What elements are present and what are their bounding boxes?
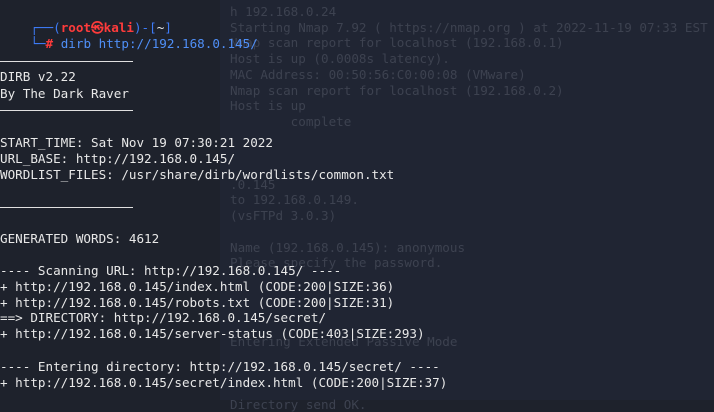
separator-line [0,110,133,111]
result-line: + http://192.168.0.145/secret/index.html… [0,375,448,390]
start-time: START_TIME: Sat Nov 19 07:30:21 2022 [0,135,273,150]
result-line: + http://192.168.0.145/index.html (CODE:… [0,279,395,294]
command-text: dirb http://192.168.0.145/ [60,36,258,51]
terminal-output[interactable]: ┌──(root㉿kali)-[~] └─# dirb http://192.1… [0,0,714,400]
result-line: + http://192.168.0.145/robots.txt (CODE:… [0,295,395,310]
dirb-version: DIRB v2.22 [0,69,76,84]
prompt-corner: └─ [30,36,46,51]
prompt-command-line: └─# dirb http://192.168.0.145/ [0,20,258,51]
directory-line: ==> DIRECTORY: http://192.168.0.145/secr… [0,310,327,325]
separator-line [0,61,133,62]
prompt-top-line: ┌──(root㉿kali)-[~] [0,4,172,35]
url-base: URL_BASE: http://192.168.0.145/ [0,151,236,166]
generated-words: GENERATED WORDS: 4612 [0,231,160,246]
dirb-author: By The Dark Raver [0,86,129,101]
prompt-hash: # [45,36,54,51]
separator-line [0,207,133,208]
wordlist-files: WORDLIST_FILES: /usr/share/dirb/wordlist… [0,167,395,182]
entering-header: ---- Entering directory: http://192.168.… [0,359,440,374]
scan-header: ---- Scanning URL: http://192.168.0.145/… [0,263,342,278]
result-line: + http://192.168.0.145/server-status (CO… [0,326,425,341]
